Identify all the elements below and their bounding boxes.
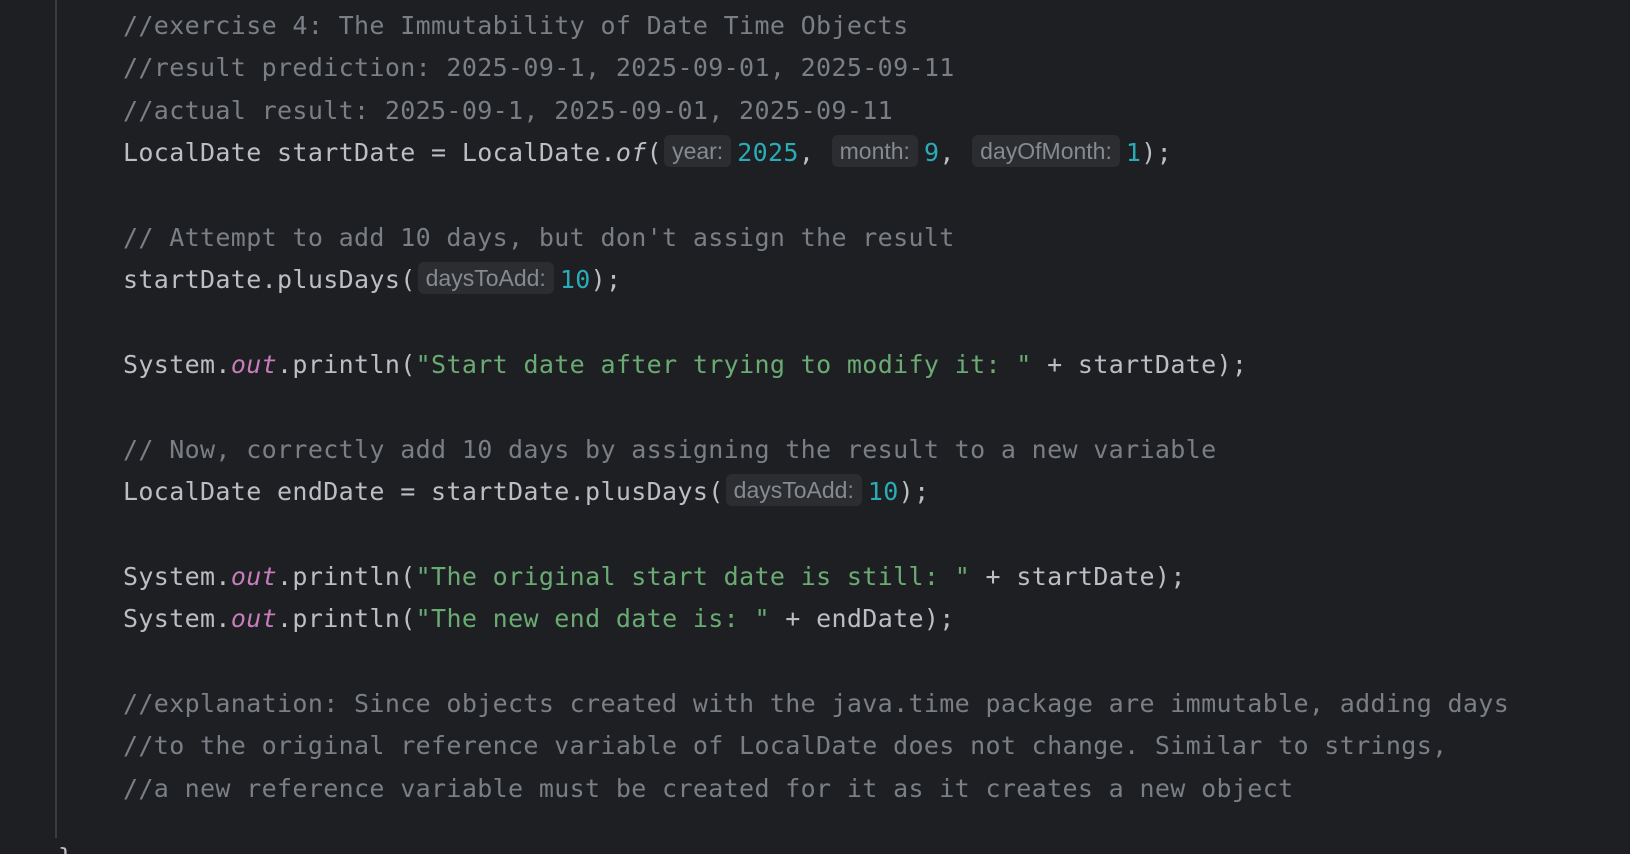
code-line-println-new[interactable]: System.out.println("The new end date is:… xyxy=(123,597,955,641)
code-token: System. xyxy=(123,562,231,591)
comment-line-actual[interactable]: //actual result: 2025-09-1, 2025-09-01, … xyxy=(123,89,893,133)
code-line-plusdays[interactable]: startDate.plusDays(daysToAdd: 10); xyxy=(123,258,621,302)
code-token: ); xyxy=(898,477,930,506)
static-field-out: out xyxy=(230,350,278,379)
code-token: , xyxy=(798,138,830,167)
code-token: System. xyxy=(123,604,231,633)
number-literal: 10 xyxy=(559,265,591,294)
method-of: of xyxy=(615,138,647,167)
inlay-hint-dayofmonth: dayOfMonth: xyxy=(972,135,1120,167)
code-line-println-original[interactable]: System.out.println("The original start d… xyxy=(123,555,1186,599)
comment-line-prediction[interactable]: //result prediction: 2025-09-1, 2025-09-… xyxy=(123,46,955,90)
closing-brace[interactable]: } xyxy=(58,836,73,854)
string-literal: "The new end date is: " xyxy=(415,604,770,633)
number-literal: 9 xyxy=(923,138,940,167)
code-token: startDate.plusDays( xyxy=(123,265,416,294)
comment-line-attempt[interactable]: // Attempt to add 10 days, but don't ass… xyxy=(123,216,955,260)
code-token: + endDate); xyxy=(769,604,955,633)
code-token: , xyxy=(939,138,971,167)
comment-line-explanation-1[interactable]: //explanation: Since objects created wit… xyxy=(123,682,1509,726)
code-line-localdate-startdate[interactable]: LocalDate startDate = LocalDate.of(year:… xyxy=(123,131,1172,175)
code-token: ); xyxy=(1141,138,1173,167)
comment-line-explanation-3[interactable]: //a new reference variable must be creat… xyxy=(123,767,1294,811)
number-literal: 1 xyxy=(1125,138,1142,167)
code-token: LocalDate endDate = startDate.plusDays( xyxy=(123,477,724,506)
code-token: .println( xyxy=(277,350,416,379)
number-literal: 2025 xyxy=(737,138,799,167)
inlay-hint-daystoadd: daysToAdd: xyxy=(417,262,554,294)
indent-guide xyxy=(55,0,57,838)
static-field-out: out xyxy=(230,604,278,633)
static-field-out: out xyxy=(230,562,278,591)
comment-line-explanation-2[interactable]: //to the original reference variable of … xyxy=(123,724,1448,768)
inlay-hint-month: month: xyxy=(831,135,918,167)
code-token: ); xyxy=(590,265,622,294)
comment-line-now[interactable]: // Now, correctly add 10 days by assigni… xyxy=(123,428,1217,472)
code-token: LocalDate startDate = LocalDate. xyxy=(123,138,616,167)
number-literal: 10 xyxy=(867,477,899,506)
comment-line-exercise[interactable]: //exercise 4: The Immutability of Date T… xyxy=(123,4,908,48)
inlay-hint-year: year: xyxy=(664,135,732,167)
code-token: + startDate); xyxy=(970,562,1186,591)
inlay-hint-daystoadd: daysToAdd: xyxy=(725,474,862,506)
code-line-println-start[interactable]: System.out.println("Start date after try… xyxy=(123,343,1247,387)
string-literal: "The original start date is still: " xyxy=(415,562,971,591)
code-token: + startDate); xyxy=(1031,350,1248,379)
string-literal: "Start date after trying to modify it: " xyxy=(415,350,1032,379)
code-token: .println( xyxy=(277,562,416,591)
code-editor[interactable]: //exercise 4: The Immutability of Date T… xyxy=(0,0,1630,854)
code-token: System. xyxy=(123,350,231,379)
code-token: .println( xyxy=(277,604,416,633)
code-token: ( xyxy=(646,138,663,167)
code-line-enddate[interactable]: LocalDate endDate = startDate.plusDays(d… xyxy=(123,470,929,514)
